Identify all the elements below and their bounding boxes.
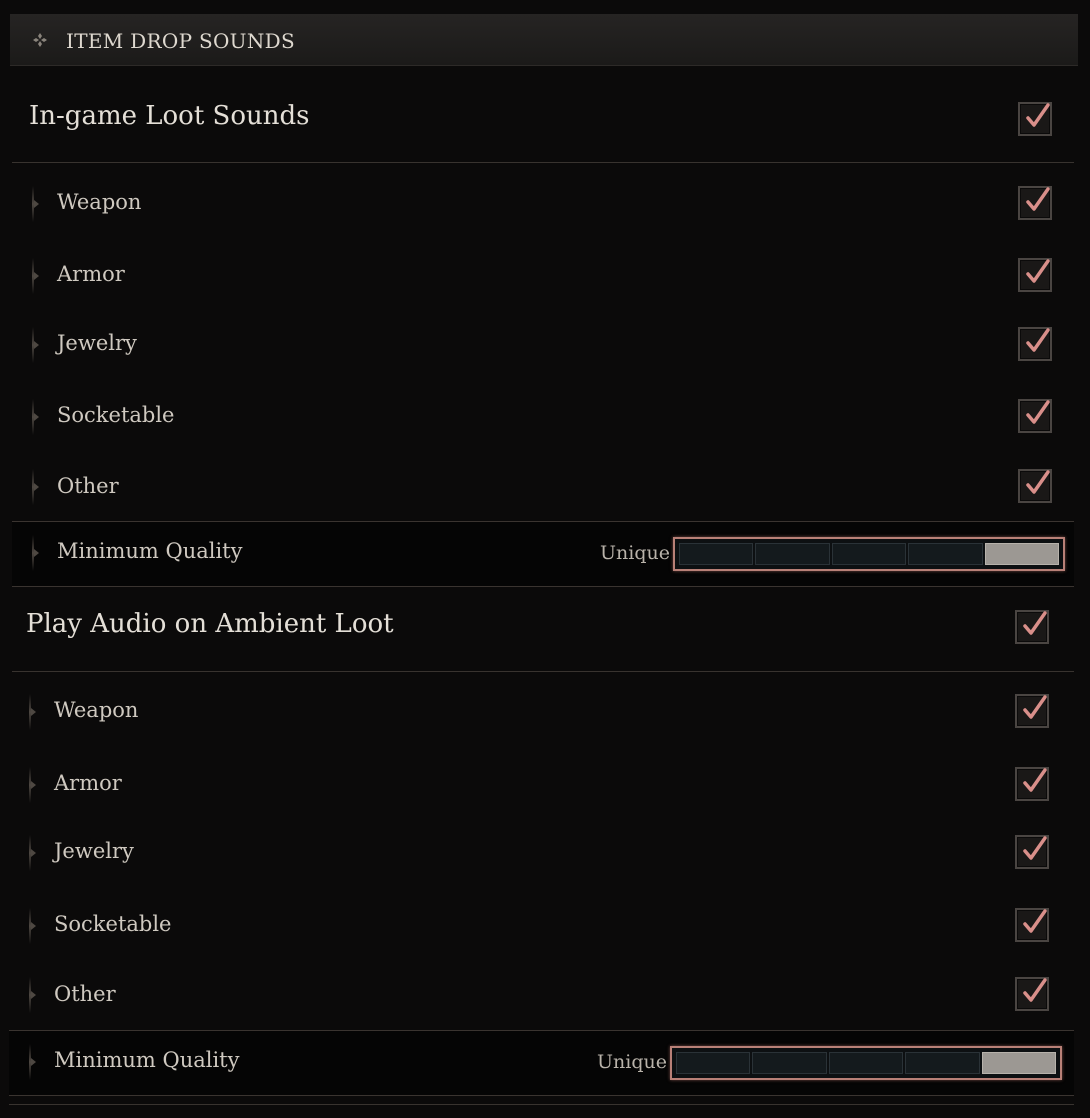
divider — [12, 162, 1074, 163]
row-label: Other — [57, 474, 119, 498]
slider-segment — [679, 543, 754, 565]
row-label: Weapon — [54, 698, 139, 722]
ingame-loot-sounds-label: In-game Loot Sounds — [29, 101, 310, 131]
jewelry-checkbox[interactable] — [1018, 327, 1052, 361]
jewelry-checkbox[interactable] — [1015, 835, 1049, 869]
caret-icon — [32, 469, 39, 505]
min-quality-value: Unique — [600, 542, 670, 564]
caret-icon — [29, 767, 36, 803]
slider-segment — [905, 1052, 980, 1074]
caret-icon — [32, 535, 39, 571]
caret-icon — [32, 258, 39, 294]
diamond-cluster-icon — [33, 33, 47, 47]
ambient-loot-checkbox[interactable] — [1015, 610, 1049, 644]
caret-icon — [32, 186, 39, 222]
caret-icon — [29, 977, 36, 1013]
slider-handle[interactable] — [981, 1052, 1057, 1074]
section-header: ITEM DROP SOUNDS — [10, 14, 1078, 66]
row-label: Jewelry — [57, 331, 137, 355]
ambient-loot-label: Play Audio on Ambient Loot — [26, 609, 394, 639]
armor-checkbox[interactable] — [1018, 258, 1052, 292]
socketable-checkbox[interactable] — [1018, 399, 1052, 433]
min-quality-slider[interactable] — [673, 537, 1065, 571]
weapon-checkbox[interactable] — [1018, 186, 1052, 220]
slider-segment — [908, 543, 983, 565]
divider — [9, 1104, 1074, 1105]
slider-segment — [755, 543, 830, 565]
caret-icon — [29, 1044, 36, 1080]
divider — [12, 671, 1074, 672]
slider-track — [676, 1052, 1057, 1074]
caret-icon — [29, 835, 36, 871]
weapon-checkbox[interactable] — [1015, 694, 1049, 728]
slider-segment — [831, 543, 907, 565]
row-label: Armor — [57, 262, 125, 286]
slider-segment — [676, 1052, 751, 1074]
min-quality-slider[interactable] — [670, 1046, 1062, 1080]
min-quality-value: Unique — [597, 1051, 667, 1073]
header-title: ITEM DROP SOUNDS — [66, 29, 295, 53]
caret-icon — [32, 327, 39, 363]
min-quality-label: Minimum Quality — [54, 1048, 240, 1072]
other-checkbox[interactable] — [1015, 977, 1049, 1011]
row-label: Socketable — [54, 912, 172, 936]
row-label: Socketable — [57, 403, 175, 427]
slider-handle[interactable] — [984, 543, 1060, 565]
caret-icon — [29, 908, 36, 944]
row-label: Other — [54, 982, 116, 1006]
row-label: Armor — [54, 771, 122, 795]
row-label: Weapon — [57, 190, 142, 214]
caret-icon — [29, 694, 36, 730]
ingame-loot-sounds-checkbox[interactable] — [1018, 102, 1052, 136]
armor-checkbox[interactable] — [1015, 767, 1049, 801]
min-quality-label: Minimum Quality — [57, 539, 243, 563]
slider-segment — [752, 1052, 827, 1074]
slider-segment — [828, 1052, 904, 1074]
socketable-checkbox[interactable] — [1015, 908, 1049, 942]
caret-icon — [32, 399, 39, 435]
row-label: Jewelry — [54, 839, 134, 863]
slider-track — [679, 543, 1060, 565]
other-checkbox[interactable] — [1018, 469, 1052, 503]
